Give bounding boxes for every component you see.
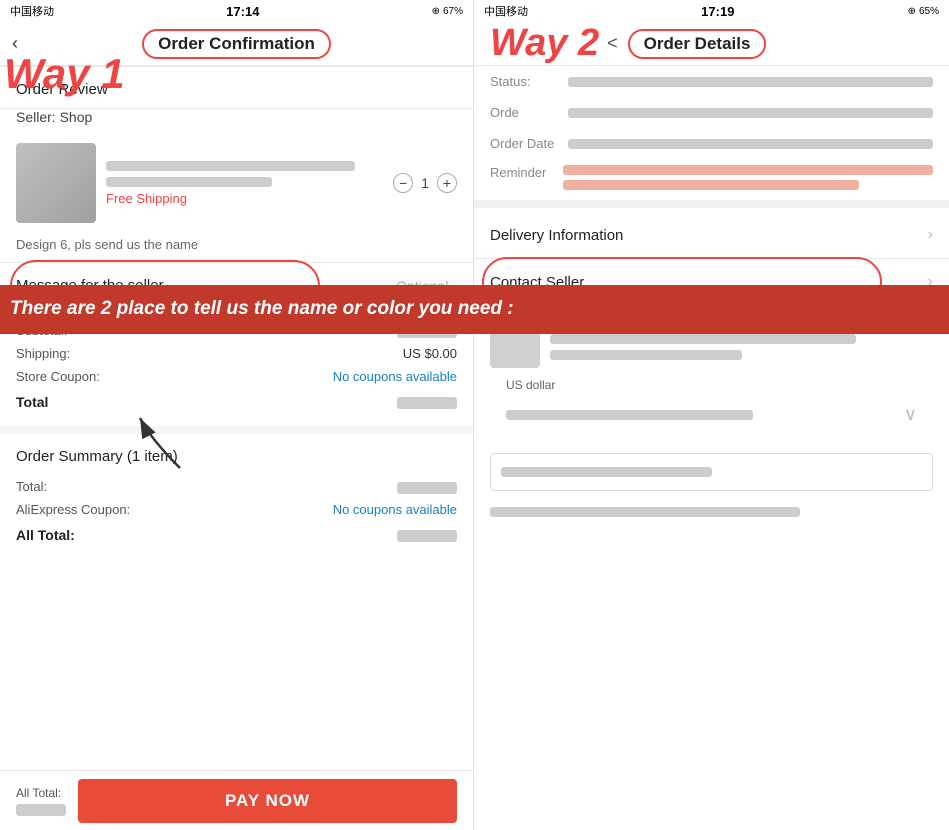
order-date-row: Order Date	[474, 128, 949, 159]
right-time: 17:19	[701, 4, 734, 19]
red-banner: There are 2 place to tell us the name or…	[0, 285, 949, 334]
total-label-2: Total:	[16, 479, 47, 494]
banner-text: There are 2 place to tell us the name or…	[10, 298, 514, 319]
qty-value: 1	[421, 175, 429, 191]
all-total-row: All Total:	[16, 521, 457, 549]
total-label: Total	[16, 394, 48, 410]
order-number-blurred	[568, 108, 933, 118]
left-panel: 中国移动 17:14 ⊕ 67% ‹ Order Confirmation Wa…	[0, 0, 474, 830]
order-date-blurred	[568, 139, 933, 149]
blurred-line-2	[550, 334, 856, 344]
qty-control: − 1 +	[393, 173, 457, 193]
right-nav-header: Way 2 < Order Details	[474, 22, 949, 66]
all-total-label: All Total:	[16, 527, 75, 543]
order-summary-section: Order Summary (1 item) Total: AliExpress…	[0, 426, 473, 559]
qty-plus-button[interactable]: +	[437, 173, 457, 193]
aliexpress-coupon-label: AliExpress Coupon:	[16, 502, 130, 517]
store-coupon-row: Store Coupon: No coupons available	[16, 365, 457, 388]
input-box[interactable]	[490, 453, 933, 491]
product-title-blurred	[106, 161, 355, 171]
product-variant-blurred	[106, 177, 272, 187]
all-total-blurred	[397, 530, 457, 542]
delivery-label: Delivery Information	[490, 227, 623, 244]
right-carrier: 中国移动	[484, 3, 528, 19]
aliexpress-coupon-row: AliExpress Coupon: No coupons available	[16, 498, 457, 521]
way2-label: Way 2	[490, 22, 599, 65]
right-status-bar: 中国移动 17:19 ⊕ 65%	[474, 0, 949, 22]
right-panel: 中国移动 17:19 ⊕ 65% Way 2 < Order Details S…	[474, 0, 949, 830]
seller-row: Seller: Shop	[0, 109, 473, 135]
pay-now-button[interactable]: PAY NOW	[78, 779, 457, 823]
total-row-2: Total:	[16, 475, 457, 498]
qty-minus-button[interactable]: −	[393, 173, 413, 193]
blurred-line-3	[550, 350, 742, 360]
pay-now-bar: All Total: PAY NOW	[0, 770, 473, 830]
shipping-label: Shipping:	[16, 346, 70, 361]
way1-label: Way 1	[4, 50, 125, 98]
dropdown-value-blurred	[506, 410, 753, 420]
product-thumbnail	[16, 143, 96, 223]
bottom-blurred-1	[490, 507, 800, 517]
status-value-blurred	[568, 77, 933, 87]
reminder-label: Reminder	[490, 165, 555, 180]
bottom-blurred-section	[474, 501, 949, 529]
input-value-blurred	[501, 467, 712, 477]
total-row: Total	[16, 388, 457, 416]
arrow-left	[120, 408, 200, 478]
dropdown-row: ∨	[490, 398, 933, 431]
right-back-button[interactable]: <	[607, 33, 618, 54]
no-coupons-2: No coupons available	[333, 502, 457, 517]
main-container: 中国移动 17:14 ⊕ 67% ‹ Order Confirmation Wa…	[0, 0, 949, 830]
order-date-label: Order Date	[490, 136, 560, 151]
product-image	[16, 143, 96, 223]
product-row: Free Shipping − 1 +	[0, 135, 473, 231]
reminder-content	[563, 165, 933, 190]
store-coupon-label: Store Coupon:	[16, 369, 100, 384]
design-note: Design 6, pls send us the name	[0, 231, 473, 262]
section-divider-1	[474, 200, 949, 208]
no-coupons-value: No coupons available	[333, 369, 457, 384]
battery-icon: 67%	[443, 6, 463, 17]
product-info: Free Shipping	[106, 161, 383, 206]
reminder-row: Reminder	[474, 159, 949, 196]
us-dollar-label: US dollar	[490, 378, 933, 398]
order-label: Orde	[490, 105, 560, 120]
free-shipping-label: Free Shipping	[106, 191, 383, 206]
right-location-icon: ⊕	[908, 6, 916, 17]
status-row: Status:	[474, 66, 949, 97]
total-value-blurred	[397, 394, 457, 410]
location-icon: ⊕	[432, 6, 440, 17]
delivery-chevron-icon: ›	[928, 226, 933, 244]
right-page-title: Order Details	[628, 29, 767, 59]
all-total-small-value	[16, 804, 66, 816]
shipping-value: US $0.00	[403, 346, 457, 361]
reminder-bar-2	[563, 180, 859, 190]
right-status-icons: ⊕ 65%	[908, 6, 939, 17]
left-page-title: Order Confirmation	[142, 29, 331, 59]
delivery-info-row[interactable]: Delivery Information ›	[474, 212, 949, 259]
reminder-bar-1	[563, 165, 933, 175]
left-time: 17:14	[226, 4, 259, 19]
order-summary-title: Order Summary (1 item)	[16, 448, 457, 475]
dropdown-chevron-icon: ∨	[904, 404, 917, 425]
total-val-2-blurred	[397, 482, 457, 494]
left-status-bar: 中国移动 17:14 ⊕ 67%	[0, 0, 473, 22]
all-total-small-section: All Total:	[16, 786, 66, 816]
right-battery-icon: 65%	[919, 6, 939, 17]
left-status-icons: ⊕ 67%	[432, 6, 463, 17]
shipping-row: Shipping: US $0.00	[16, 342, 457, 365]
left-carrier: 中国移动	[10, 3, 54, 19]
status-label: Status:	[490, 74, 560, 89]
all-total-small-label: All Total:	[16, 786, 66, 800]
order-number-row: Orde	[474, 97, 949, 128]
